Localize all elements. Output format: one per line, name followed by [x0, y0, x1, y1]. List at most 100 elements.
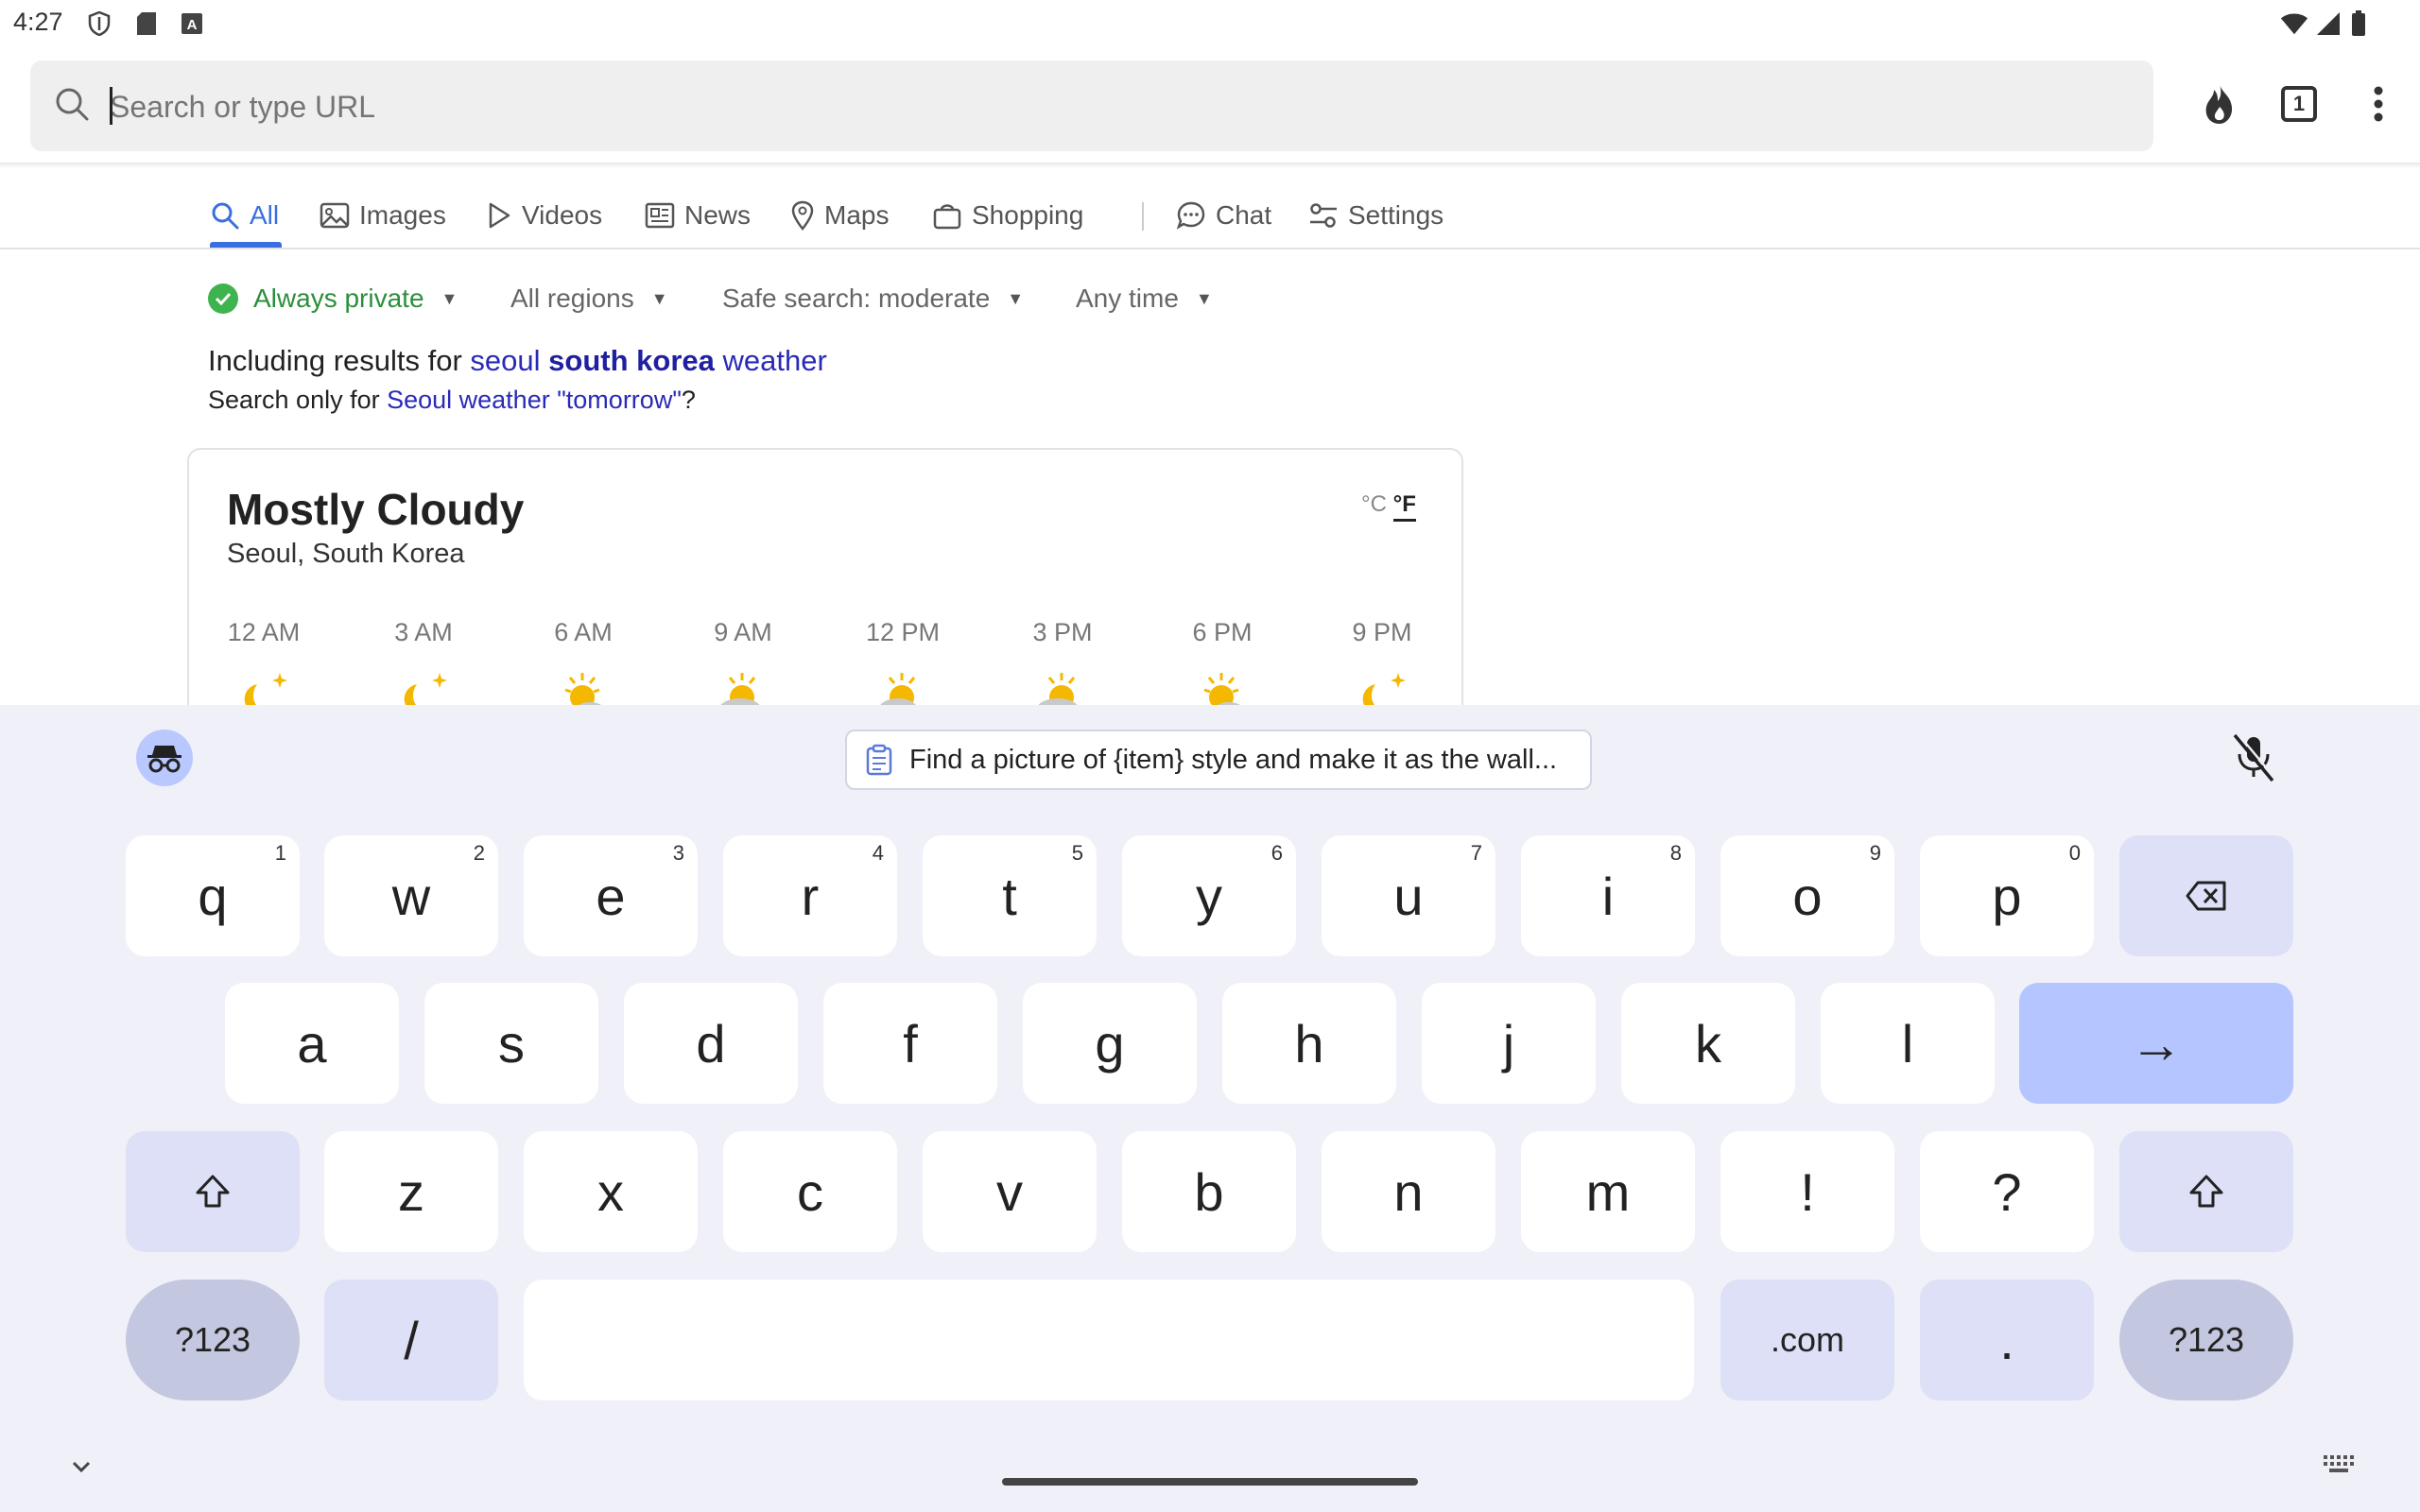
query-part: seoul — [470, 344, 549, 377]
symbols-key-right[interactable]: ?123 — [2119, 1280, 2293, 1400]
tab-maps[interactable]: Maps — [790, 197, 889, 234]
key-label: p — [1992, 866, 2022, 926]
sliders-icon — [1310, 203, 1337, 228]
shift-key-right[interactable] — [2119, 1131, 2293, 1252]
tab-news[interactable]: News — [645, 197, 751, 234]
url-input[interactable] — [108, 76, 1908, 138]
key-hint: 7 — [1470, 841, 1482, 865]
enter-key[interactable]: → — [2019, 983, 2293, 1104]
image-icon — [320, 202, 350, 229]
key-w[interactable]: w2 — [324, 835, 498, 956]
unit-toggle: °C °F — [1361, 491, 1416, 522]
key-s[interactable]: s — [424, 983, 598, 1104]
key-exclamation[interactable]: ! — [1720, 1131, 1894, 1252]
chevron-down-icon: ▼ — [441, 288, 458, 308]
tab-label: Shopping — [972, 200, 1084, 230]
key-q[interactable]: q1 — [126, 835, 300, 956]
tab-label: Settings — [1348, 200, 1444, 230]
key-hint: 4 — [872, 841, 884, 865]
key-m[interactable]: m — [1521, 1131, 1695, 1252]
backspace-key[interactable] — [2119, 835, 2293, 956]
key-label: t — [1002, 866, 1017, 926]
keyboard-switch-icon[interactable] — [2322, 1450, 2356, 1482]
key-question[interactable]: ? — [1920, 1131, 2094, 1252]
battery-icon — [2344, 9, 2373, 38]
active-tab-indicator — [210, 242, 282, 248]
key-g[interactable]: g — [1023, 983, 1197, 1104]
key-t[interactable]: t5 — [923, 835, 1097, 956]
navigation-handle[interactable] — [1002, 1478, 1418, 1486]
incognito-icon[interactable] — [136, 730, 193, 786]
key-l[interactable]: l — [1821, 983, 1995, 1104]
wifi-icon — [2280, 9, 2308, 38]
region-filter[interactable]: All regions ▼ — [510, 280, 668, 318]
key-p[interactable]: p0 — [1920, 835, 2094, 956]
key-x[interactable]: x — [524, 1131, 698, 1252]
fahrenheit-toggle[interactable]: °F — [1392, 491, 1416, 522]
signal-icon — [2314, 9, 2342, 38]
key-h[interactable]: h — [1222, 983, 1396, 1104]
key-f[interactable]: f — [823, 983, 997, 1104]
key-i[interactable]: i8 — [1521, 835, 1695, 956]
symbols-key-left[interactable]: ?123 — [126, 1280, 300, 1400]
tab-videos[interactable]: Videos — [486, 197, 602, 234]
safe-search-filter[interactable]: Safe search: moderate ▼ — [722, 280, 1024, 318]
original-query-link[interactable]: Seoul weather "tomorrow" — [387, 386, 682, 414]
key-hint: 2 — [473, 841, 485, 865]
key-n[interactable]: n — [1322, 1131, 1495, 1252]
key-d[interactable]: d — [624, 983, 798, 1104]
time-filter[interactable]: Any time ▼ — [1076, 280, 1213, 318]
keyboard-a-icon: A — [178, 9, 206, 38]
key-a[interactable]: a — [225, 983, 399, 1104]
key-r[interactable]: r4 — [723, 835, 897, 956]
tab-settings[interactable]: Settings — [1308, 197, 1443, 234]
chevron-down-icon: ▼ — [1007, 288, 1025, 308]
clipboard-suggestion[interactable]: Find a picture of {item} style and make … — [845, 730, 1592, 790]
search-icon — [212, 202, 239, 230]
key-hint: 9 — [1869, 841, 1881, 865]
tab-divider — [1142, 202, 1144, 231]
search-tabs: All Images Videos News Maps Shopping Cha… — [0, 170, 2420, 249]
key-y[interactable]: y6 — [1122, 835, 1296, 956]
slash-key[interactable]: / — [324, 1280, 498, 1400]
period-key[interactable]: . — [1920, 1280, 2094, 1400]
key-label: w — [391, 866, 431, 926]
celsius-toggle[interactable]: °C — [1361, 491, 1387, 517]
key-o[interactable]: o9 — [1720, 835, 1894, 956]
key-b[interactable]: b — [1122, 1131, 1296, 1252]
privacy-filter[interactable]: Always private ▼ — [208, 280, 458, 318]
chevron-down-icon[interactable] — [62, 1448, 100, 1486]
newspaper-icon — [645, 202, 675, 229]
hour-label: 6 PM — [1192, 618, 1253, 646]
key-k[interactable]: k — [1621, 983, 1795, 1104]
fire-icon[interactable] — [2193, 77, 2246, 130]
key-label: y — [1196, 866, 1222, 926]
tab-images[interactable]: Images — [320, 197, 446, 234]
safe-search-filter-label: Safe search: moderate — [722, 284, 991, 313]
key-v[interactable]: v — [923, 1131, 1097, 1252]
shift-icon — [2189, 1175, 2223, 1208]
shift-key-left[interactable] — [126, 1131, 300, 1252]
key-z[interactable]: z — [324, 1131, 498, 1252]
status-time: 4:27 — [13, 8, 63, 36]
key-hint: 8 — [1669, 841, 1682, 865]
dotcom-key[interactable]: .com — [1720, 1280, 1894, 1400]
key-u[interactable]: u7 — [1322, 835, 1495, 956]
key-hint: 5 — [1071, 841, 1083, 865]
tab-chat[interactable]: Chat — [1176, 197, 1271, 234]
key-hint: 3 — [672, 841, 684, 865]
corrected-query-link[interactable]: seoul south korea weather — [470, 344, 826, 377]
tab-switcher-button[interactable]: 1 — [2273, 77, 2325, 130]
hour-label: 9 AM — [714, 618, 772, 646]
tab-all[interactable]: All — [210, 197, 279, 234]
key-e[interactable]: e3 — [524, 835, 698, 956]
key-label: r — [801, 866, 820, 926]
tab-label: Images — [359, 200, 446, 230]
space-key[interactable] — [524, 1280, 1694, 1400]
tab-shopping[interactable]: Shopping — [932, 197, 1083, 234]
mic-off-icon[interactable] — [2229, 731, 2278, 784]
key-c[interactable]: c — [723, 1131, 897, 1252]
hour-label: 9 PM — [1352, 618, 1412, 646]
more-menu-icon[interactable] — [2352, 77, 2405, 130]
key-j[interactable]: j — [1422, 983, 1596, 1104]
